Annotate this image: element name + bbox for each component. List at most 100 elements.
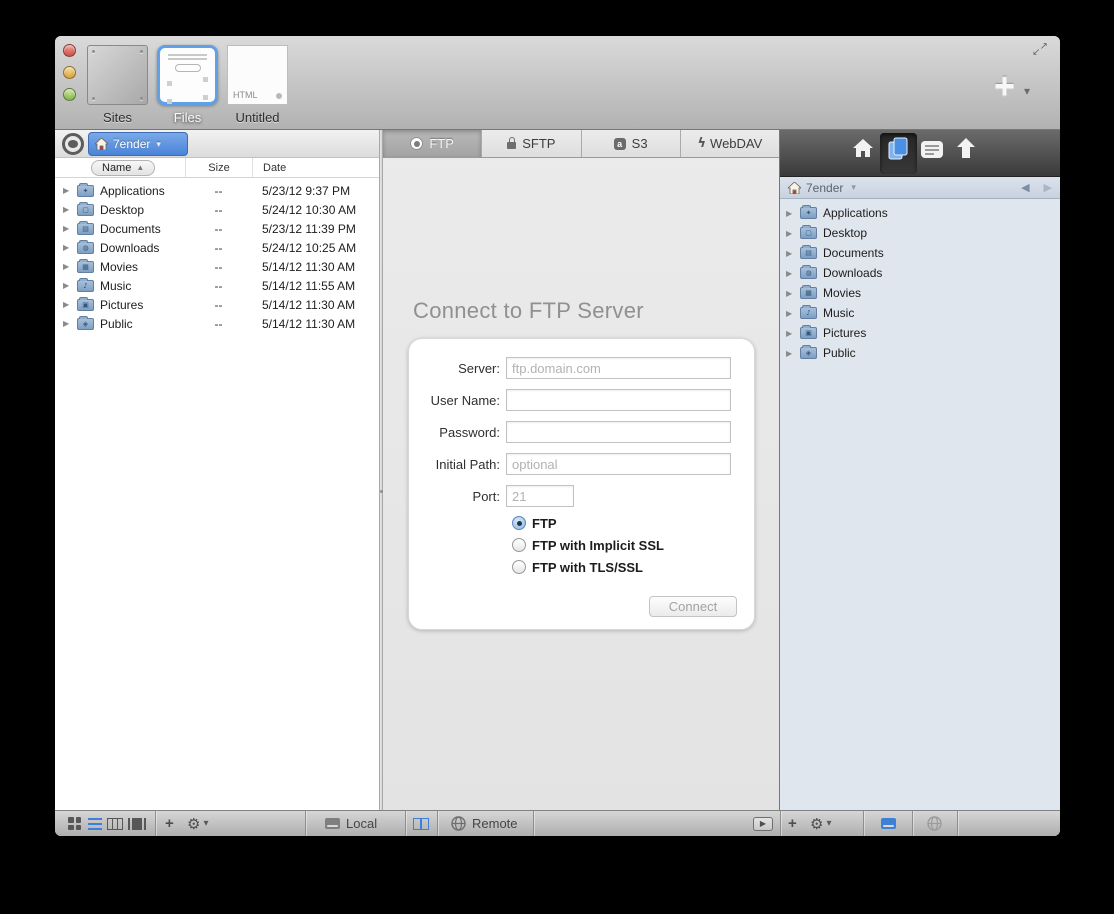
doc-badge-dot: [276, 93, 282, 99]
disclosure-icon[interactable]: ▶: [63, 300, 77, 309]
disclosure-icon[interactable]: ▶: [786, 269, 800, 278]
tab-untitled-label[interactable]: Untitled: [227, 110, 288, 125]
icon-view-button[interactable]: [68, 811, 81, 836]
remote-local-source-button[interactable]: [881, 811, 896, 836]
column-view-button[interactable]: [107, 811, 123, 836]
disclosure-icon[interactable]: ▶: [63, 281, 77, 290]
local-pane-button[interactable]: Local: [325, 811, 377, 836]
server-input[interactable]: [506, 357, 731, 379]
disclosure-icon[interactable]: ▶: [786, 289, 800, 298]
disclosure-icon[interactable]: ▶: [786, 209, 800, 218]
add-tab-chevron-icon[interactable]: ▾: [1024, 84, 1030, 98]
port-input[interactable]: [506, 485, 574, 507]
tab-sftp[interactable]: SFTP: [482, 130, 582, 157]
minimize-button[interactable]: [63, 66, 76, 79]
local-location-breadcrumb[interactable]: 7ender ▾: [88, 132, 188, 156]
file-row-music[interactable]: ▶ ♪ Music -- 5/14/12 11:55 AM: [55, 276, 379, 295]
lock-icon: [507, 136, 517, 149]
close-button[interactable]: [63, 44, 76, 57]
column-header-size[interactable]: Size: [185, 158, 252, 177]
transfers-button[interactable]: ▶: [753, 811, 773, 836]
disclosure-icon[interactable]: ▶: [786, 249, 800, 258]
file-row-desktop[interactable]: ▶ ▢ Desktop -- 5/24/12 10:30 AM: [55, 200, 379, 219]
password-input[interactable]: [506, 421, 731, 443]
forward-button[interactable]: ▶: [1044, 181, 1052, 194]
tab-files-thumbnail[interactable]: [157, 45, 218, 105]
expand-sw-icon: ↙: [1032, 47, 1041, 58]
files-icon[interactable]: [886, 137, 910, 161]
file-name: Downloads: [100, 240, 160, 255]
connect-button[interactable]: Connect: [649, 596, 737, 617]
tab-s3[interactable]: a S3: [581, 130, 681, 157]
port-label: Port:: [472, 488, 500, 504]
coverflow-view-button[interactable]: [128, 811, 146, 836]
public-folder-icon: ◈: [800, 345, 817, 359]
username-input[interactable]: [506, 389, 731, 411]
thumbnail-detail: [167, 99, 172, 104]
remote-row-downloads[interactable]: ▶ ◍ Downloads: [780, 263, 1060, 283]
disclosure-icon[interactable]: ▶: [786, 229, 800, 238]
local-action-menu-button[interactable]: ⚙ ▾: [187, 811, 208, 836]
file-row-downloads[interactable]: ▶ ◍ Downloads -- 5/24/12 10:25 AM: [55, 238, 379, 257]
remote-add-button[interactable]: +: [788, 811, 797, 836]
remote-toolbar: [780, 130, 1060, 177]
home-icon[interactable]: [852, 138, 874, 158]
file-row-applications[interactable]: ▶ ✦ Applications -- 5/23/12 9:37 PM: [55, 181, 379, 200]
add-tab-button[interactable]: +: [994, 68, 1015, 104]
disclosure-icon[interactable]: ▶: [786, 309, 800, 318]
disclosure-icon[interactable]: ▶: [786, 329, 800, 338]
remote-row-pictures[interactable]: ▶ ▣ Pictures: [780, 323, 1060, 343]
tab-untitled-thumbnail[interactable]: HTML: [227, 45, 288, 105]
radio-ftp-label[interactable]: FTP: [532, 516, 557, 531]
radio-ftp[interactable]: [512, 516, 526, 530]
remote-pane-button[interactable]: Remote: [451, 811, 518, 836]
tab-sites-thumbnail[interactable]: [87, 45, 148, 105]
file-row-public[interactable]: ▶ ◈ Public -- 5/14/12 11:30 AM: [55, 314, 379, 333]
tab-files-label[interactable]: Files: [157, 110, 218, 125]
radio-ftp-tls-ssl-label[interactable]: FTP with TLS/SSL: [532, 560, 643, 575]
file-size: --: [214, 202, 223, 217]
radio-ftp-tls-ssl[interactable]: [512, 560, 526, 574]
file-name: Music: [100, 278, 132, 293]
remote-row-public[interactable]: ▶ ◈ Public: [780, 343, 1060, 363]
file-row-pictures[interactable]: ▶ ▣ Pictures -- 5/14/12 11:30 AM: [55, 295, 379, 314]
log-icon[interactable]: [920, 140, 944, 159]
remote-location-breadcrumb[interactable]: 7ender ▾ ◀ ▶: [780, 177, 1060, 199]
initial-path-input[interactable]: [506, 453, 731, 475]
remote-row-movies[interactable]: ▶ ▦ Movies: [780, 283, 1060, 303]
file-row-documents[interactable]: ▶ ▤ Documents -- 5/23/12 11:39 PM: [55, 219, 379, 238]
remote-row-desktop[interactable]: ▶ ▢ Desktop: [780, 223, 1060, 243]
column-header-date[interactable]: Date: [252, 158, 379, 177]
remote-action-menu-button[interactable]: ⚙ ▾: [810, 811, 831, 836]
new-folder-button[interactable]: +: [165, 811, 174, 836]
disclosure-icon[interactable]: ▶: [63, 243, 77, 252]
remote-row-applications[interactable]: ▶ ✦ Applications: [780, 203, 1060, 223]
disclosure-icon[interactable]: ▶: [63, 262, 77, 271]
tab-webdav[interactable]: ϟ WebDAV: [680, 130, 779, 157]
disclosure-icon[interactable]: ▶: [786, 349, 800, 358]
disclosure-icon[interactable]: ▶: [63, 205, 77, 214]
disclosure-icon[interactable]: ▶: [63, 186, 77, 195]
chevron-down-icon: ▾: [826, 818, 832, 829]
list-view-button[interactable]: [88, 811, 102, 836]
radio-ftp-implicit-ssl[interactable]: [512, 538, 526, 552]
remote-globe-source-button[interactable]: [927, 811, 942, 836]
tab-ftp[interactable]: FTP: [383, 130, 483, 157]
fullscreen-button[interactable]: ↗ ↙: [1032, 42, 1048, 58]
zoom-button[interactable]: [63, 88, 76, 101]
eye-button[interactable]: [62, 133, 84, 155]
remote-row-music[interactable]: ▶ ♪ Music: [780, 303, 1060, 323]
protocol-tabs: FTP SFTP a S3 ϟ WebDAV: [383, 130, 779, 158]
disclosure-icon[interactable]: ▶: [63, 224, 77, 233]
file-row-movies[interactable]: ▶ ▦ Movies -- 5/14/12 11:30 AM: [55, 257, 379, 276]
back-button[interactable]: ◀: [1021, 181, 1029, 194]
column-header-name[interactable]: Name ▲: [55, 159, 185, 176]
upload-icon[interactable]: [956, 138, 976, 159]
tab-sites-label[interactable]: Sites: [87, 110, 148, 125]
disclosure-icon[interactable]: ▶: [63, 319, 77, 328]
remote-row-documents[interactable]: ▶ ▤ Documents: [780, 243, 1060, 263]
file-date: 5/24/12 10:30 AM: [262, 202, 357, 217]
thumbnail-detail: [174, 64, 201, 72]
radio-ftp-implicit-ssl-label[interactable]: FTP with Implicit SSL: [532, 538, 664, 553]
split-view-toggle[interactable]: [413, 811, 429, 836]
